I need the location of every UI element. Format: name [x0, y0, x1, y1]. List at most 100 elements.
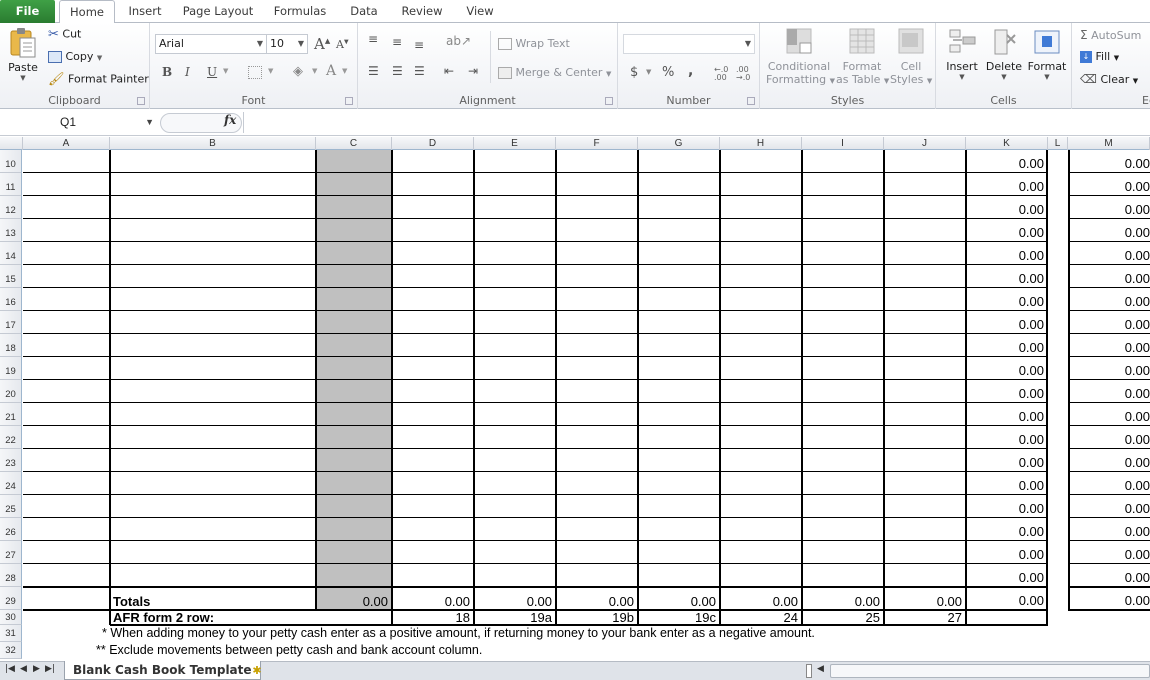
column-header-g[interactable]: G — [638, 137, 720, 150]
paste-button[interactable]: Paste ▼ — [6, 27, 40, 82]
cell-k26[interactable]: 0.00 — [966, 524, 1046, 540]
merge-center-button[interactable]: Merge & Center ▼ — [498, 66, 611, 79]
row-header-14[interactable]: 14 — [0, 242, 22, 265]
tab-formulas[interactable]: Formulas — [268, 0, 332, 23]
row-header-25[interactable]: 25 — [0, 495, 22, 518]
row-header-12[interactable]: 12 — [0, 196, 22, 219]
afr-g[interactable]: 19c — [638, 610, 718, 625]
number-dialog-launcher[interactable] — [747, 97, 755, 105]
insert-function-icon[interactable]: fx — [224, 113, 236, 127]
decrease-decimal-button[interactable]: .00 →.0 — [736, 66, 754, 82]
tab-home[interactable]: Home — [59, 0, 115, 24]
row-header-24[interactable]: 24 — [0, 472, 22, 495]
font-dialog-launcher[interactable] — [345, 97, 353, 105]
cell-k24[interactable]: 0.00 — [966, 478, 1046, 494]
cell-k20[interactable]: 0.00 — [966, 386, 1046, 402]
row-header-32[interactable]: 32 — [0, 642, 22, 659]
cell-m25[interactable]: 0.00 — [1068, 501, 1150, 517]
cell-k15[interactable]: 0.00 — [966, 271, 1046, 287]
totals-i[interactable]: 0.00 — [802, 594, 882, 609]
row-header-19[interactable]: 19 — [0, 357, 22, 380]
font-color-dropdown-icon[interactable]: ▼ — [342, 67, 347, 75]
insert-cells-button[interactable]: Insert ▼ — [942, 27, 982, 81]
align-left-icon[interactable]: ☰ — [368, 64, 379, 78]
cell-k16[interactable]: 0.00 — [966, 294, 1046, 310]
prev-sheet-icon[interactable]: ◀ — [20, 664, 27, 674]
cell-k18[interactable]: 0.00 — [966, 340, 1046, 356]
conditional-formatting-button[interactable]: Conditional Formatting ▼ — [766, 27, 835, 88]
cell-styles-button[interactable]: Cell Styles ▼ — [890, 27, 932, 88]
column-header-a[interactable]: A — [23, 137, 110, 150]
copy-dropdown-icon[interactable]: ▼ — [97, 54, 102, 62]
align-bottom-icon[interactable]: ≡ — [414, 38, 424, 52]
cell-m22[interactable]: 0.00 — [1068, 432, 1150, 448]
cell-k23[interactable]: 0.00 — [966, 455, 1046, 471]
insert-worksheet-icon[interactable]: ✱ — [246, 662, 268, 680]
underline-dropdown-icon[interactable]: ▼ — [223, 67, 228, 75]
column-header-h[interactable]: H — [720, 137, 802, 150]
currency-button[interactable]: $ — [630, 65, 638, 80]
cell-m28[interactable]: 0.00 — [1068, 570, 1150, 586]
column-header-m[interactable]: M — [1068, 137, 1150, 150]
totals-d[interactable]: 0.00 — [392, 594, 472, 609]
cell-m23[interactable]: 0.00 — [1068, 455, 1150, 471]
afr-e[interactable]: 19a — [474, 610, 554, 625]
increase-indent-icon[interactable]: ⇥ — [468, 64, 478, 78]
cell-k22[interactable]: 0.00 — [966, 432, 1046, 448]
row-header-10[interactable]: 10 — [0, 150, 22, 173]
cell-m26[interactable]: 0.00 — [1068, 524, 1150, 540]
afr-j[interactable]: 27 — [884, 610, 964, 625]
cell-k21[interactable]: 0.00 — [966, 409, 1046, 425]
column-header-f[interactable]: F — [556, 137, 638, 150]
cell-k25[interactable]: 0.00 — [966, 501, 1046, 517]
paste-dropdown-icon[interactable]: ▼ — [6, 74, 40, 82]
align-top-icon[interactable]: ≡ — [368, 32, 378, 46]
afr-h[interactable]: 24 — [720, 610, 800, 625]
percent-button[interactable]: % — [662, 65, 674, 80]
font-name-combo[interactable]: Arial ▼ — [155, 34, 267, 54]
row-header-27[interactable]: 27 — [0, 541, 22, 564]
alignment-dialog-launcher[interactable] — [605, 97, 613, 105]
format-as-table-button[interactable]: Format as Table ▼ — [836, 27, 889, 88]
totals-c[interactable]: 0.00 — [316, 594, 390, 609]
autosum-button[interactable]: Σ AutoSum — [1080, 28, 1141, 42]
italic-button[interactable]: I — [185, 65, 190, 79]
cell-k11[interactable]: 0.00 — [966, 179, 1046, 195]
cell-m17[interactable]: 0.00 — [1068, 317, 1150, 333]
column-header-b[interactable]: B — [110, 137, 316, 150]
cell-m16[interactable]: 0.00 — [1068, 294, 1150, 310]
tab-file[interactable]: File — [0, 0, 55, 23]
font-size-combo[interactable]: 10 ▼ — [266, 34, 308, 54]
format-cells-button[interactable]: Format ▼ — [1026, 27, 1068, 81]
fill-color-dropdown-icon[interactable]: ▼ — [312, 67, 317, 75]
comma-button[interactable]: , — [688, 63, 693, 79]
align-middle-icon[interactable]: ≡ — [392, 35, 402, 49]
first-sheet-icon[interactable]: |◀ — [5, 664, 15, 674]
clear-button[interactable]: ⌫ Clear ▼ — [1080, 72, 1138, 86]
row-header-15[interactable]: 15 — [0, 265, 22, 288]
cell-m29[interactable]: 0.00 — [1068, 593, 1150, 609]
delete-cells-button[interactable]: Delete ▼ — [984, 27, 1024, 81]
format-painter-button[interactable]: 🖌 Format Painter — [48, 72, 149, 87]
copy-button[interactable]: Copy ▼ — [48, 50, 102, 63]
column-header-i[interactable]: I — [802, 137, 884, 150]
row-header-30[interactable]: 30 — [0, 610, 22, 625]
row-header-16[interactable]: 16 — [0, 288, 22, 311]
formula-input[interactable] — [243, 112, 1150, 133]
cell-m12[interactable]: 0.00 — [1068, 202, 1150, 218]
row-header-21[interactable]: 21 — [0, 403, 22, 426]
cell-m14[interactable]: 0.00 — [1068, 248, 1150, 264]
name-box[interactable]: Q1 ▼ — [0, 112, 158, 133]
cell-k14[interactable]: 0.00 — [966, 248, 1046, 264]
fill-button[interactable]: ↓ Fill ▼ — [1080, 50, 1119, 63]
currency-dropdown-icon[interactable]: ▼ — [646, 68, 651, 76]
tab-data[interactable]: Data — [340, 0, 388, 23]
next-sheet-icon[interactable]: ▶ — [33, 664, 40, 674]
bold-button[interactable]: B — [162, 65, 172, 79]
cut-button[interactable]: ✂ Cut — [48, 27, 81, 42]
shrink-font-button[interactable]: A▼ — [336, 38, 349, 51]
grow-font-button[interactable]: A▲ — [314, 35, 330, 53]
column-header-j[interactable]: J — [884, 137, 966, 150]
worksheet-grid[interactable]: ABCDEFGHIJKLM 10 11 12 13 14 15 16 17 18 19 20 21 22… — [0, 137, 1150, 661]
tab-insert[interactable]: Insert — [120, 0, 170, 23]
